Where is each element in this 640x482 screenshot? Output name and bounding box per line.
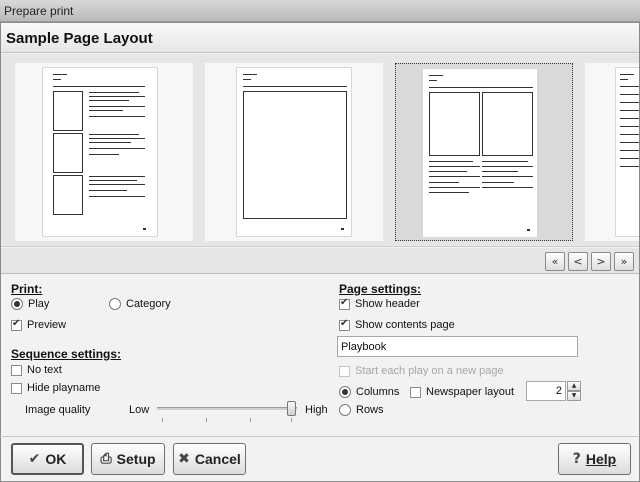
ok-button-label: OK — [45, 451, 67, 467]
layout-thumbnail[interactable] — [585, 63, 639, 241]
start-each-play-checkbox-label: Start each play on a new page — [355, 365, 504, 377]
cancel-button-label: Cancel — [194, 451, 241, 467]
layout-thumbnail[interactable] — [205, 63, 383, 241]
layout-thumbnail[interactable] — [15, 63, 193, 241]
slider-tick — [206, 418, 207, 422]
window-title: Prepare print — [4, 4, 74, 18]
play-radio-indicator[interactable] — [11, 298, 23, 310]
newspaper-layout-checkbox[interactable]: Newspaper layout — [410, 386, 514, 398]
page-preview — [615, 67, 639, 237]
preview-checkbox[interactable]: Preview — [11, 318, 67, 331]
sequence-settings-heading: Sequence settings: — [11, 347, 122, 361]
columns-count-spinner[interactable] — [526, 381, 566, 401]
columns-radio-label: Columns — [356, 386, 400, 398]
show-contents-page-checkbox[interactable]: Show contents page — [339, 318, 455, 331]
show-contents-page-checkbox-box[interactable] — [339, 318, 350, 331]
no-text-checkbox[interactable]: No text — [11, 364, 62, 376]
rows-radio-label: Rows — [356, 404, 384, 416]
columns-radio[interactable]: Columns — [339, 386, 399, 398]
window-titlebar: Prepare print — [0, 0, 640, 22]
hide-playname-checkbox-label: Hide playname — [27, 382, 101, 394]
page-title: Sample Page Layout — [6, 30, 153, 47]
setup-button[interactable]: ⎙ Setup — [91, 443, 165, 475]
start-each-play-checkbox[interactable]: Start each play on a new page — [339, 365, 504, 377]
cross-icon: ✖ — [178, 451, 190, 467]
checkmark-icon: ✔ — [28, 451, 41, 467]
layout-thumbnail-strip[interactable] — [1, 54, 639, 247]
image-quality-label: Image quality — [25, 404, 91, 416]
layout-thumbnail-selected[interactable] — [395, 63, 573, 241]
start-each-play-checkbox-box[interactable] — [339, 365, 350, 377]
spinner-up-button[interactable]: ▲ — [567, 381, 581, 391]
show-header-checkbox-box[interactable] — [339, 297, 350, 310]
ok-button[interactable]: ✔ OK — [11, 443, 84, 475]
category-radio-label: Category — [126, 298, 171, 310]
page-preview — [42, 67, 158, 237]
contents-title-input[interactable] — [337, 336, 578, 357]
dialog-header: Sample Page Layout — [1, 23, 639, 53]
slider-tick — [162, 418, 163, 422]
page-preview — [236, 67, 352, 237]
first-page-button[interactable]: « — [545, 252, 565, 271]
hide-playname-checkbox-box[interactable] — [11, 382, 22, 394]
hide-playname-checkbox[interactable]: Hide playname — [11, 382, 100, 394]
play-radio-label: Play — [28, 298, 50, 310]
rows-radio[interactable]: Rows — [339, 404, 384, 416]
thumbnail-pager: « < > » — [1, 248, 639, 274]
page-preview — [422, 68, 538, 238]
category-radio-indicator[interactable] — [109, 298, 121, 310]
printer-icon: ⎙ — [100, 451, 112, 467]
help-button-label: Help — [585, 451, 617, 467]
setup-button-label: Setup — [116, 451, 156, 467]
show-header-checkbox[interactable]: Show header — [339, 297, 420, 310]
newspaper-layout-checkbox-label: Newspaper layout — [426, 386, 515, 398]
help-button[interactable]: ? Help — [558, 443, 631, 475]
image-quality-high-label: High — [305, 404, 328, 416]
rows-radio-indicator[interactable] — [339, 404, 351, 416]
image-quality-low-label: Low — [129, 404, 150, 416]
category-radio[interactable]: Category — [109, 298, 171, 310]
button-bar-separator — [0, 436, 638, 437]
page-settings-heading: Page settings: — [339, 282, 422, 296]
play-radio[interactable]: Play — [11, 298, 49, 310]
previous-page-button[interactable]: < — [568, 252, 588, 271]
preview-checkbox-box[interactable] — [11, 318, 22, 331]
show-contents-page-checkbox-label: Show contents page — [355, 319, 455, 331]
slider-tick — [291, 418, 292, 422]
no-text-checkbox-box[interactable] — [11, 364, 22, 376]
preview-checkbox-label: Preview — [27, 319, 67, 331]
help-icon: ? — [572, 451, 581, 467]
image-quality-slider-track[interactable] — [157, 407, 297, 410]
next-page-button[interactable]: > — [591, 252, 611, 271]
spinner-down-button[interactable]: ▼ — [567, 391, 581, 401]
slider-tick — [250, 418, 251, 422]
newspaper-layout-checkbox-box[interactable] — [410, 386, 421, 398]
print-group-heading: Print: — [11, 282, 43, 296]
image-quality-slider-thumb[interactable] — [287, 401, 296, 416]
columns-radio-indicator[interactable] — [339, 386, 351, 398]
no-text-checkbox-label: No text — [27, 364, 62, 376]
show-header-checkbox-label: Show header — [355, 298, 420, 310]
cancel-button[interactable]: ✖ Cancel — [173, 443, 246, 475]
last-page-button[interactable]: » — [614, 252, 634, 271]
